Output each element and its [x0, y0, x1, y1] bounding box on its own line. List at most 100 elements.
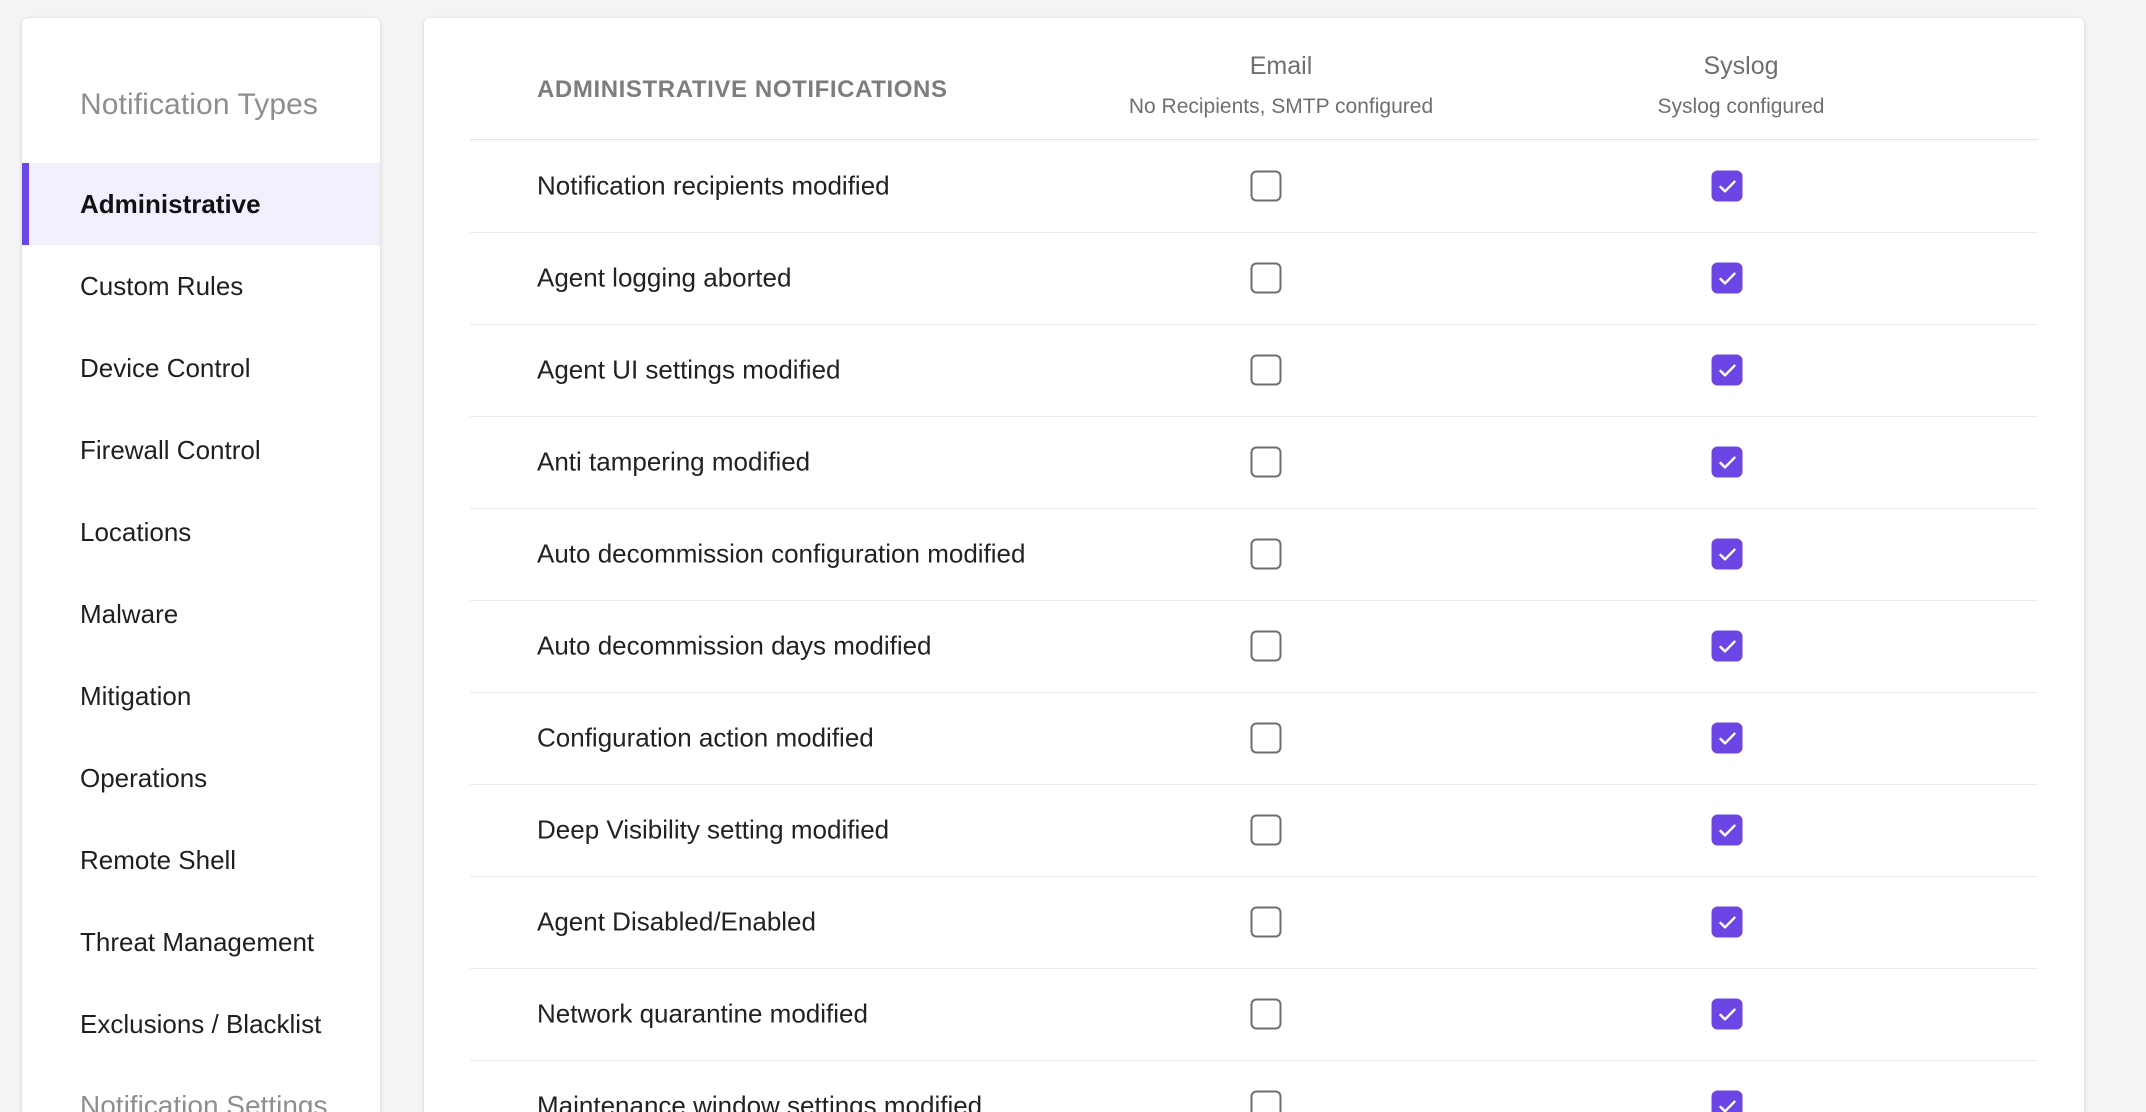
table-row: Auto decommission days modified — [424, 600, 2084, 692]
sidebar-active-accent-bar — [22, 901, 29, 983]
cell-syslog — [1711, 262, 1743, 294]
cell-syslog — [1711, 170, 1743, 202]
checkbox-syslog[interactable] — [1711, 998, 1743, 1030]
table-title: ADMINISTRATIVE NOTIFICATIONS — [537, 76, 948, 103]
column-header-syslog-status: Syslog configured — [1657, 95, 1825, 118]
sidebar-active-accent-bar — [22, 327, 29, 409]
check-icon — [1718, 271, 1736, 285]
checkbox-email[interactable] — [1250, 538, 1282, 570]
check-icon — [1718, 455, 1736, 469]
sidebar-active-accent-bar — [22, 573, 29, 655]
column-header-email-name: Email — [1249, 52, 1313, 80]
checkbox-syslog[interactable] — [1711, 814, 1743, 846]
sidebar-item-label: Remote Shell — [80, 844, 237, 875]
sidebar-item-label: Device Control — [80, 352, 251, 383]
notification-name: Maintenance window settings modified — [537, 1090, 983, 1112]
cell-syslog — [1711, 1090, 1743, 1112]
sidebar-item-threat-management[interactable]: Threat Management — [22, 901, 380, 983]
checkbox-email[interactable] — [1250, 446, 1282, 478]
cell-syslog — [1711, 998, 1743, 1030]
sidebar-active-accent-bar — [22, 409, 29, 491]
table-row: Deep Visibility setting modified — [424, 784, 2084, 876]
sidebar-item-label: Threat Management — [80, 926, 315, 957]
checkbox-email[interactable] — [1250, 998, 1282, 1030]
checkbox-syslog[interactable] — [1711, 722, 1743, 754]
table-row: Maintenance window settings modified — [424, 1060, 2084, 1112]
sidebar-item-exclusions-blacklist[interactable]: Exclusions / Blacklist — [22, 983, 380, 1065]
check-icon — [1718, 731, 1736, 745]
table-row: Agent UI settings modified — [424, 324, 2084, 416]
sidebar-item-label: Locations — [80, 516, 192, 547]
cell-syslog — [1711, 446, 1743, 478]
sidebar-item-mitigation[interactable]: Mitigation — [22, 655, 380, 737]
sidebar-active-accent-bar — [22, 245, 29, 327]
sidebar-item-operations[interactable]: Operations — [22, 737, 380, 819]
sidebar-item-label: Operations — [80, 762, 208, 793]
checkbox-email[interactable] — [1250, 170, 1282, 202]
notification-name: Configuration action modified — [537, 722, 874, 753]
checkbox-syslog[interactable] — [1711, 630, 1743, 662]
sidebar-item-firewall-control[interactable]: Firewall Control — [22, 409, 380, 491]
cell-syslog — [1711, 722, 1743, 754]
check-icon — [1718, 1099, 1736, 1112]
notification-name: Anti tampering modified — [537, 446, 811, 477]
cell-email — [1250, 630, 1282, 662]
checkbox-syslog[interactable] — [1711, 446, 1743, 478]
checkbox-email[interactable] — [1250, 906, 1282, 938]
cell-syslog — [1711, 814, 1743, 846]
sidebar-item-remote-shell[interactable]: Remote Shell — [22, 819, 380, 901]
column-header-email-status: No Recipients, SMTP configured — [1128, 95, 1434, 118]
notification-name: Deep Visibility setting modified — [537, 814, 890, 845]
checkbox-email[interactable] — [1250, 1090, 1282, 1112]
cell-email — [1250, 906, 1282, 938]
notification-name: Agent UI settings modified — [537, 354, 841, 385]
check-icon — [1718, 823, 1736, 837]
checkbox-syslog[interactable] — [1711, 538, 1743, 570]
sidebar-item-custom-rules[interactable]: Custom Rules — [22, 245, 380, 327]
checkbox-email[interactable] — [1250, 814, 1282, 846]
cell-syslog — [1711, 906, 1743, 938]
sidebar-active-accent-bar — [22, 163, 29, 245]
sidebar-item-administrative[interactable]: Administrative — [22, 163, 380, 245]
column-header-syslog-name: Syslog — [1703, 52, 1779, 80]
checkbox-syslog[interactable] — [1711, 354, 1743, 386]
cell-email — [1250, 446, 1282, 478]
notification-name: Agent logging aborted — [537, 262, 792, 293]
cell-email — [1250, 170, 1282, 202]
cell-email — [1250, 538, 1282, 570]
checkbox-syslog[interactable] — [1711, 262, 1743, 294]
sidebar-item-malware[interactable]: Malware — [22, 573, 380, 655]
sidebar-item-label: Mitigation — [80, 680, 192, 711]
notification-types-sidebar: Notification Types Administrative Custom … — [22, 18, 380, 1112]
cell-syslog — [1711, 630, 1743, 662]
sidebar-item-device-control[interactable]: Device Control — [22, 327, 380, 409]
notification-name: Network quarantine modified — [537, 998, 868, 1029]
cell-email — [1250, 814, 1282, 846]
checkbox-email[interactable] — [1250, 262, 1282, 294]
cell-syslog — [1711, 354, 1743, 386]
checkbox-syslog[interactable] — [1711, 170, 1743, 202]
checkbox-email[interactable] — [1250, 630, 1282, 662]
sidebar-item-label: Custom Rules — [80, 270, 244, 301]
sidebar-item-locations[interactable]: Locations — [22, 491, 380, 573]
notification-name: Auto decommission days modified — [537, 630, 932, 661]
checkbox-syslog[interactable] — [1711, 906, 1743, 938]
table-row: Anti tampering modified — [424, 416, 2084, 508]
check-icon — [1718, 639, 1736, 653]
check-icon — [1718, 915, 1736, 929]
checkbox-syslog[interactable] — [1711, 1090, 1743, 1112]
notification-name: Agent Disabled/Enabled — [537, 906, 816, 937]
checkbox-email[interactable] — [1250, 722, 1282, 754]
sidebar-item-label: Exclusions / Blacklist — [80, 1008, 322, 1039]
table-row: Auto decommission configuration modified — [424, 508, 2084, 600]
sidebar-title: Notification Types — [80, 88, 319, 121]
notifications-table-card: ADMINISTRATIVE NOTIFICATIONS Email No Re… — [424, 18, 2084, 1112]
notification-name: Auto decommission configuration modified — [537, 538, 1026, 569]
checkbox-email[interactable] — [1250, 354, 1282, 386]
cell-email — [1250, 722, 1282, 754]
table-row: Configuration action modified — [424, 692, 2084, 784]
cell-email — [1250, 998, 1282, 1030]
sidebar-section-notification-settings: Notification Settings — [22, 1065, 380, 1112]
notification-name: Notification recipients modified — [537, 170, 890, 201]
cell-email — [1250, 1090, 1282, 1112]
